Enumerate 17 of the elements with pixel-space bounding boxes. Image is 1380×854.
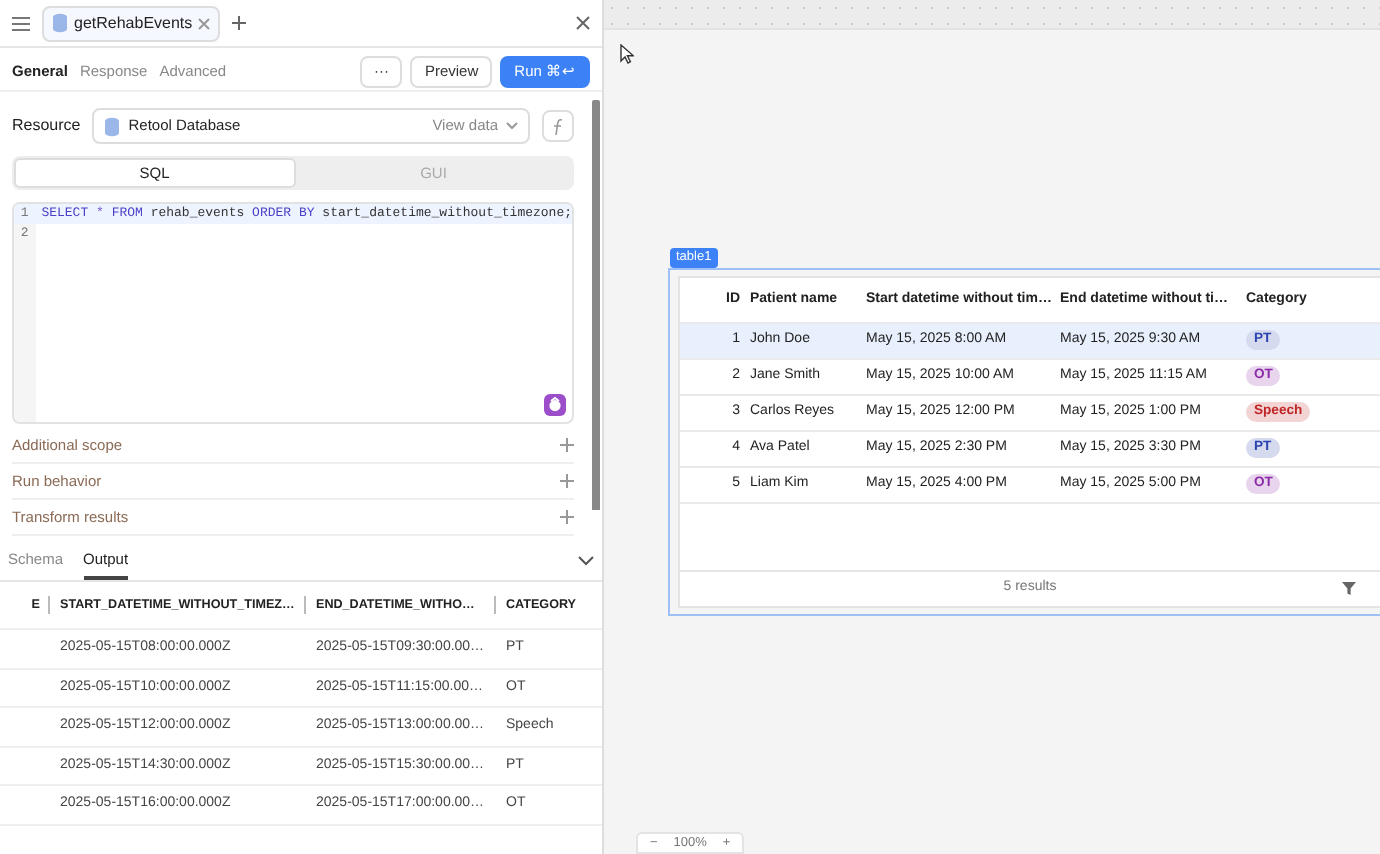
assistant-icon[interactable] [544,394,566,416]
caret-icon [506,122,518,130]
chevron-down-icon[interactable] [578,556,594,566]
menu-icon[interactable] [12,15,30,31]
function-icon [552,117,564,135]
filter-icon[interactable] [1342,582,1356,596]
close-icon[interactable] [198,17,211,29]
plus-icon[interactable] [232,16,247,30]
query-tab[interactable]: getRehabEvents [42,5,221,41]
cursor-icon [620,44,634,64]
plus-icon[interactable] [560,438,574,452]
database-icon [104,115,121,137]
plus-icon[interactable] [560,510,574,524]
close-icon[interactable] [576,16,590,30]
resource-label: Resource [12,114,81,138]
plus-icon[interactable] [560,474,574,488]
database-icon [52,12,68,34]
